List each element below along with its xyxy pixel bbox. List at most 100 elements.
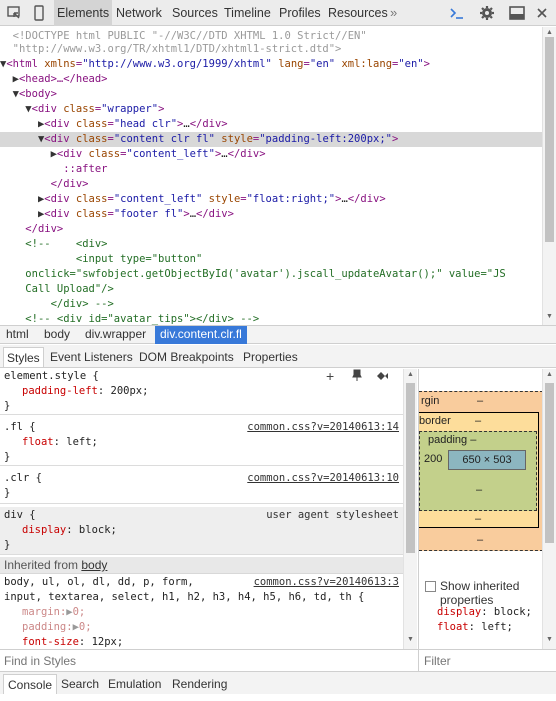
tab-dom-breakpoints[interactable]: DOM Breakpoints: [136, 347, 237, 367]
tab-sources[interactable]: Sources: [169, 0, 221, 26]
style-declaration[interactable]: float: left;: [22, 435, 98, 450]
breadcrumb-wrapper[interactable]: div.wrapper: [83, 326, 148, 344]
style-declaration[interactable]: padding:▶0;: [22, 620, 92, 635]
scroll-down-icon[interactable]: ▼: [546, 636, 553, 643]
source-link[interactable]: common.css?v=20140613:3: [254, 575, 399, 590]
tab-rendering[interactable]: Rendering: [168, 674, 231, 694]
tree-line-close-div[interactable]: </div>: [0, 177, 542, 192]
tree-line-wrapper[interactable]: ▼<div class="wrapper">: [0, 102, 542, 117]
dock-side-icon[interactable]: [507, 3, 527, 23]
scrollbar-thumb[interactable]: [406, 383, 415, 553]
find-in-styles-input[interactable]: [4, 652, 404, 670]
tab-resources[interactable]: Resources: [325, 0, 391, 26]
comment-text: onclick="swfobject.getObjectById('avatar…: [25, 268, 506, 280]
prop-name: display: [437, 606, 482, 618]
source-link[interactable]: common.css?v=20140613:14: [247, 420, 399, 435]
scrollbar-thumb[interactable]: [545, 37, 554, 242]
tree-line-body[interactable]: ▼<body>: [0, 87, 542, 102]
breadcrumb-html[interactable]: html: [4, 326, 31, 344]
inherited-header: Inherited from body: [0, 557, 403, 574]
tab-elements[interactable]: Elements: [54, 0, 113, 26]
tab-timeline[interactable]: Timeline: [221, 0, 274, 26]
color-format-icon[interactable]: [376, 370, 390, 384]
tab-styles[interactable]: Styles: [3, 347, 44, 367]
source-link[interactable]: common.css?v=20140613:10: [247, 471, 399, 486]
computed-prop[interactable]: float: left;: [437, 620, 513, 635]
scroll-up-icon[interactable]: ▲: [546, 371, 553, 378]
add-rule-icon[interactable]: +: [326, 369, 334, 384]
tree-line-content-left[interactable]: ▶<div class="content_left">…</div>: [0, 147, 542, 162]
close-icon[interactable]: [532, 3, 552, 23]
tab-search[interactable]: Search: [57, 674, 103, 694]
rule-div-user-agent[interactable]: div { user agent stylesheet display: blo…: [0, 507, 403, 555]
tab-event-listeners[interactable]: Event Listeners: [47, 347, 136, 367]
scroll-up-icon[interactable]: ▲: [407, 371, 414, 378]
tab-network[interactable]: Network: [113, 0, 165, 26]
tree-line-comment-1[interactable]: <!-- <div>: [0, 237, 542, 252]
box-model-border[interactable]: border – padding – 200 650 × 503 – –: [419, 412, 539, 528]
tree-line-after[interactable]: ::after: [0, 162, 542, 177]
box-model-padding[interactable]: padding – 200 650 × 503 –: [419, 431, 537, 511]
tree-line-content-left-right[interactable]: ▶<div class="content_left" style="float:…: [0, 192, 542, 207]
rule-body-reset[interactable]: body, ul, ol, dl, dd, p, form, common.cs…: [0, 575, 403, 649]
show-inherited-checkbox[interactable]: [425, 581, 436, 592]
style-declaration[interactable]: display: block;: [22, 523, 117, 538]
tree-line-comment-6[interactable]: <!-- <div id="avatar_tips"></div> -->: [0, 312, 542, 325]
style-declaration[interactable]: font-size: 12px;: [22, 635, 123, 649]
tree-line-comment-4[interactable]: Call Upload"/>: [0, 282, 542, 297]
tree-line-footer[interactable]: ▶<div class="footer fl">…</div>: [0, 207, 542, 222]
attr-name: class: [75, 193, 108, 205]
rule-fl[interactable]: .fl { common.css?v=20140613:14 float: le…: [0, 420, 403, 466]
box-model-content[interactable]: 650 × 503: [448, 450, 526, 470]
scroll-down-icon[interactable]: ▼: [546, 313, 553, 320]
scrollbar-thumb[interactable]: [545, 383, 554, 543]
margin-bottom-value: –: [477, 534, 484, 546]
tab-profiles[interactable]: Profiles: [276, 0, 324, 26]
more-tabs-button[interactable]: »: [390, 0, 397, 26]
device-mode-icon[interactable]: [29, 3, 49, 23]
attr-name: lang: [278, 58, 304, 70]
style-declaration[interactable]: padding-left: 200px;: [22, 384, 148, 399]
sidebar-tabs: Styles Event Listeners DOM Breakpoints P…: [0, 345, 556, 368]
tree-line-head[interactable]: ▶<head>…</head>: [0, 72, 542, 87]
computed-prop[interactable]: display: block;: [437, 605, 532, 620]
metrics-scrollbar[interactable]: ▲ ▼: [542, 369, 556, 649]
tab-properties[interactable]: Properties: [240, 347, 301, 367]
rule-element-style[interactable]: element.style { + padding-left: 200px; }: [0, 369, 403, 415]
tree-line-content-selected[interactable]: ▼<div class="content clr fl" style="padd…: [0, 132, 542, 147]
comment-text: Call Upload"/>: [25, 283, 114, 295]
computed-filter-input[interactable]: [424, 652, 544, 670]
tree-line-close-wrapper[interactable]: </div>: [0, 222, 542, 237]
attr-value: "footer fl": [113, 208, 184, 220]
rule-clr[interactable]: .clr { common.css?v=20140613:10 }: [0, 471, 403, 504]
gear-icon[interactable]: [477, 3, 497, 23]
tree-line-doctype-cont[interactable]: "http://www.w3.org/TR/xhtml1/DTD/xhtml1-…: [0, 42, 542, 57]
tree-line-comment-2[interactable]: <input type="button": [0, 252, 542, 267]
scroll-down-icon[interactable]: ▼: [407, 636, 414, 643]
style-declaration[interactable]: margin:▶0;: [22, 605, 85, 620]
rule-close: }: [4, 539, 11, 551]
inspect-element-icon[interactable]: [4, 3, 24, 23]
tree-line-comment-3[interactable]: onclick="swfobject.getObjectById('avatar…: [0, 267, 542, 282]
tree-line-html[interactable]: ▼<html xmlns="http://www.w3.org/1999/xht…: [0, 57, 542, 72]
tree-line-head-clr[interactable]: ▶<div class="head clr">…</div>: [0, 117, 542, 132]
console-drawer-icon[interactable]: [447, 3, 467, 23]
dom-tree-scrollbar[interactable]: ▲ ▼: [542, 27, 556, 325]
box-model-margin[interactable]: rgin – border – padding – 200 650 × 503 …: [419, 391, 542, 551]
pin-icon[interactable]: [352, 369, 362, 384]
comment-text: </div> -->: [25, 298, 114, 310]
attr-value: "padding-left:200px;": [259, 133, 392, 145]
styles-scrollbar[interactable]: ▲ ▼: [403, 369, 417, 649]
attr-name: class: [88, 148, 121, 160]
tab-console[interactable]: Console: [3, 674, 58, 694]
tab-emulation[interactable]: Emulation: [104, 674, 165, 694]
inherited-link[interactable]: body: [81, 558, 107, 572]
dom-tree: <!DOCTYPE html PUBLIC "-//W3C//DTD XHTML…: [0, 27, 542, 325]
prop-name: margin: [22, 606, 60, 618]
scroll-up-icon[interactable]: ▲: [546, 29, 553, 36]
breadcrumb-body[interactable]: body: [42, 326, 72, 344]
breadcrumb-content[interactable]: div.content.clr.fl: [155, 326, 247, 344]
rule-selector: .clr {: [4, 472, 42, 484]
tree-line-comment-5[interactable]: </div> -->: [0, 297, 542, 312]
show-inherited-label: Show inherited properties: [440, 579, 520, 607]
